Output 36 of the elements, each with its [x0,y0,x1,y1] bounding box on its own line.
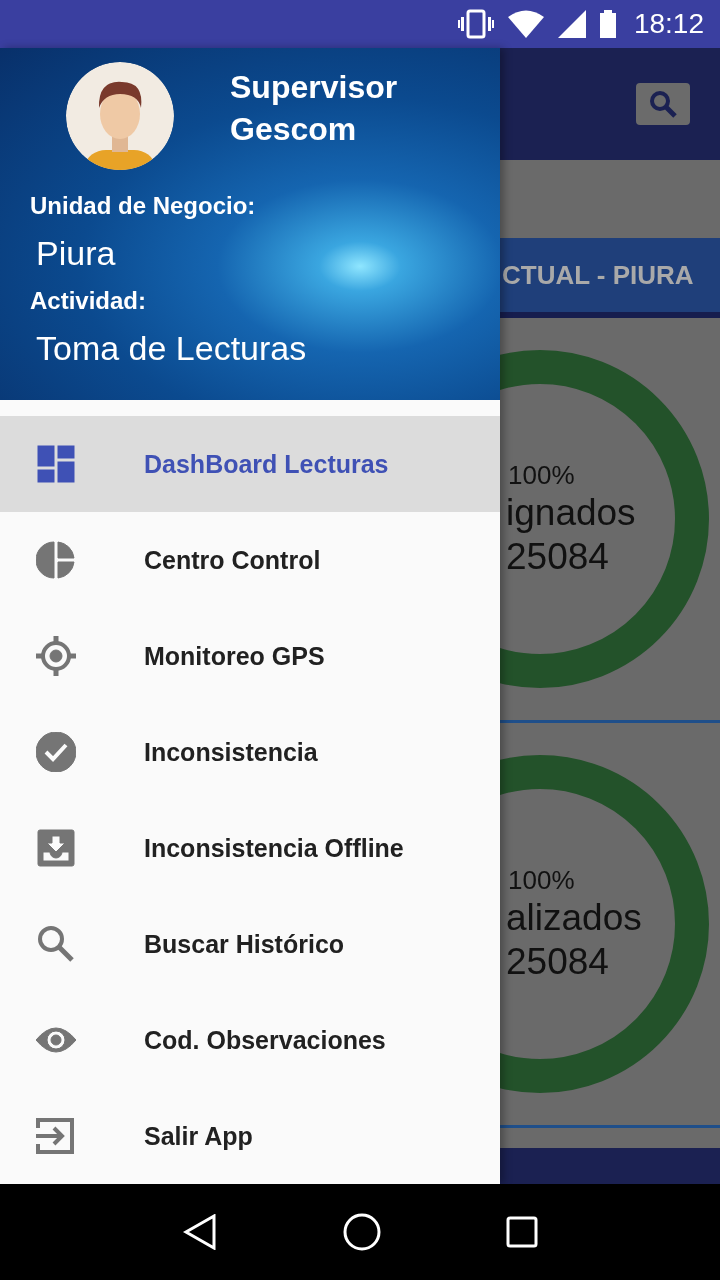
menu-item[interactable]: Salir App [0,1088,500,1184]
user-name: Supervisor Gescom [230,68,399,149]
search-icon [648,89,678,119]
count-label: 25084 [506,939,610,984]
menu-item[interactable]: Cod. Observaciones [0,992,500,1088]
menu-item[interactable]: Inconsistencia [0,704,500,800]
tab[interactable]: CTUAL - PIURA [500,238,720,318]
download-tray-icon [36,828,76,868]
menu-item[interactable]: Inconsistencia Offline [0,800,500,896]
exit-icon [36,1116,76,1156]
menu-item[interactable]: DashBoard Lecturas [0,416,500,512]
card-label: ignados [506,490,636,535]
percent-label: 100% [508,864,576,896]
search-button[interactable] [636,83,690,125]
crosshair-icon [36,636,76,676]
signal-icon [557,10,586,38]
card-label: alizados [506,895,642,940]
field-value: Piura [36,234,117,273]
field-label: Unidad de Negocio: [30,192,257,220]
pie-chart-icon [36,540,76,580]
vibrate-icon [457,9,494,39]
clock: 18:12 [633,8,704,40]
home-icon[interactable] [343,1213,381,1251]
menu-item[interactable]: Monitoreo GPS [0,608,500,704]
wifi-icon [507,10,544,38]
field-label: Actividad: [30,287,147,315]
dashboard-icon [36,444,76,484]
menu-item[interactable]: Buscar Histórico [0,896,500,992]
back-icon[interactable] [182,1214,219,1250]
recents-icon[interactable] [505,1216,538,1248]
search-icon [36,924,76,964]
field-value: Toma de Lecturas [36,329,308,368]
count-label: 25084 [506,534,610,579]
percent-label: 100% [508,459,576,491]
battery-icon [599,10,616,38]
menu-item[interactable]: Centro Control [0,512,500,608]
